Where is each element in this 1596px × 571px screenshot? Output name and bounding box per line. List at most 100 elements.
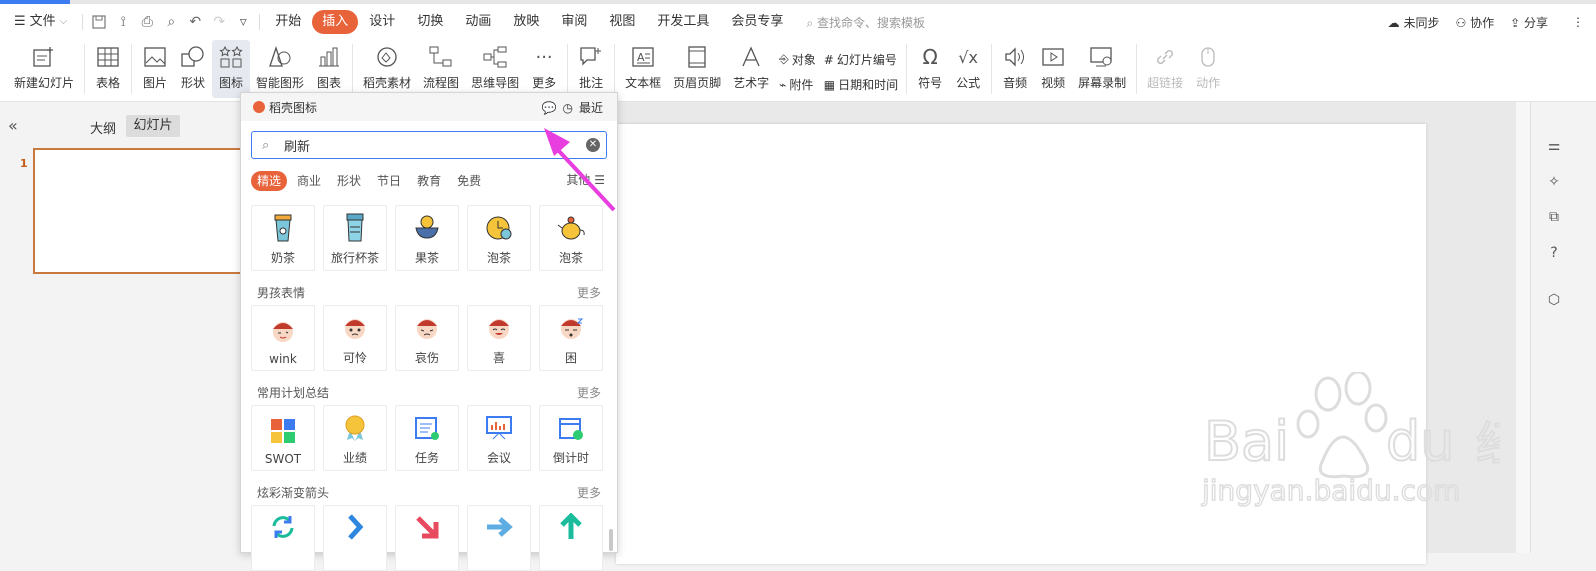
mindmap-button[interactable]: 思维导图 — [465, 40, 525, 98]
slide-number-datetime-group: # 幻灯片编号 ▦ 日期和时间 — [820, 40, 902, 98]
icon-card[interactable]: 哀伤 — [395, 305, 459, 371]
category-festival[interactable]: 节日 — [371, 171, 407, 191]
collapse-panel-icon[interactable]: « — [8, 116, 18, 135]
icon-card[interactable]: 会议 — [467, 405, 531, 471]
panel-scrollbar[interactable] — [609, 529, 613, 551]
icon-card[interactable] — [323, 505, 387, 571]
help-icon[interactable]: ? — [1545, 245, 1563, 263]
icon-name: 困 — [564, 351, 577, 365]
section-more-link[interactable]: 更多 — [577, 484, 601, 501]
audio-button[interactable]: 音频 — [996, 40, 1034, 98]
more-options-icon[interactable]: ⋮ — [1572, 15, 1584, 29]
slide-number-button[interactable]: # 幻灯片编号 — [824, 51, 898, 68]
icon-card[interactable]: 果茶 — [395, 205, 459, 271]
category-free[interactable]: 免费 — [451, 171, 487, 191]
icon-card[interactable]: 旅行杯茶 — [323, 205, 387, 271]
category-education[interactable]: 教育 — [411, 171, 447, 191]
tab-transition[interactable]: 切换 — [406, 10, 454, 34]
collab-button[interactable]: ⚇ 协作 — [1455, 14, 1494, 31]
comment-button[interactable]: 批注 — [572, 40, 610, 98]
new-slide-button[interactable]: 新建幻灯片 — [8, 40, 80, 98]
feedback-icon[interactable]: 💬 — [542, 101, 557, 115]
vertical-scrollbar[interactable] — [1516, 102, 1530, 553]
icon-card[interactable]: 泡茶 — [467, 205, 531, 271]
icon-card[interactable]: SWOT — [251, 405, 315, 471]
file-menu[interactable]: ☰ 文件 ⌵ — [0, 10, 78, 34]
screen-record-button[interactable]: 屏幕录制 — [1072, 40, 1132, 98]
icon-card[interactable] — [395, 505, 459, 571]
attachment-button[interactable]: ⌁ 附件 — [779, 76, 816, 93]
formula-button[interactable]: √x 公式 — [949, 40, 987, 98]
icon-card[interactable]: 可怜 — [323, 305, 387, 371]
icon-card[interactable]: wink — [251, 305, 315, 371]
slide-number-label: 幻灯片编号 — [836, 53, 897, 67]
textbox-button[interactable]: A 文本框 — [619, 40, 667, 98]
adjust-icon[interactable]: ⚌ — [1545, 138, 1563, 156]
section-more-link[interactable]: 更多 — [577, 284, 601, 301]
divider — [991, 44, 993, 94]
tab-insert[interactable]: 插入 — [312, 10, 359, 34]
copy-icon[interactable]: ⧉ — [1545, 209, 1563, 227]
picture-button[interactable]: 图片 — [136, 40, 174, 98]
icon-button[interactable]: 图标 — [212, 40, 251, 98]
icon-card[interactable]: 倒计时 — [539, 405, 603, 471]
section-more-link[interactable]: 更多 — [577, 384, 601, 401]
recent-button[interactable]: 最近 — [579, 99, 603, 116]
datetime-button[interactable]: ▦ 日期和时间 — [824, 76, 898, 93]
sync-button[interactable]: ☁ 未同步 — [1388, 14, 1440, 31]
icon-name: 泡茶 — [558, 251, 583, 265]
undo-icon[interactable]: ↶ — [183, 10, 207, 34]
tab-outline[interactable]: 大纲 — [90, 118, 116, 137]
boy-sleepy-icon — [556, 313, 586, 343]
icon-card[interactable]: 困 — [539, 305, 603, 371]
icon-card[interactable]: 业绩 — [323, 405, 387, 471]
object-button[interactable]: ⎆ 对象 — [779, 51, 816, 68]
hyperlink-button[interactable]: 超链接 — [1141, 40, 1189, 98]
icon-card[interactable] — [467, 505, 531, 571]
flowchart-button[interactable]: 流程图 — [417, 40, 465, 98]
icon-name: 可怜 — [342, 351, 367, 365]
icon-card[interactable] — [251, 505, 315, 571]
svg-text:A: A — [637, 51, 645, 64]
tab-view[interactable]: 视图 — [598, 10, 646, 34]
command-search[interactable]: ⌕ 查找命令、搜索模板 — [806, 14, 925, 31]
customize-icon[interactable]: ▿ — [231, 10, 255, 34]
icon-card[interactable] — [539, 505, 603, 571]
omega-icon: Ω — [922, 45, 938, 69]
table-button[interactable]: 表格 — [89, 40, 127, 98]
box-icon[interactable]: ⬡ — [1545, 292, 1563, 310]
category-featured[interactable]: 精选 — [251, 171, 288, 191]
more-label: 更多 — [532, 76, 557, 90]
category-business[interactable]: 商业 — [291, 171, 327, 191]
tab-slideshow[interactable]: 放映 — [502, 10, 550, 34]
icon-card[interactable]: 任务 — [395, 405, 459, 471]
wordart-button[interactable]: 艺术字 — [727, 40, 775, 98]
video-button[interactable]: 视频 — [1034, 40, 1072, 98]
symbol-button[interactable]: Ω 符号 — [911, 40, 949, 98]
category-shape[interactable]: 形状 — [331, 171, 367, 191]
redo-icon[interactable]: ↷ — [207, 10, 231, 34]
tab-review[interactable]: 审阅 — [550, 10, 598, 34]
print-icon[interactable]: ⎙ — [135, 10, 159, 34]
format-painter-icon[interactable]: ⟟ — [111, 10, 135, 34]
shape-button[interactable]: 形状 — [174, 40, 212, 98]
material-button[interactable]: 稻壳素材 — [357, 40, 417, 98]
save-icon[interactable] — [87, 10, 111, 34]
tab-member[interactable]: 会员专享 — [720, 10, 794, 34]
more-button[interactable]: ··· 更多 — [525, 40, 563, 98]
smart-shape-button[interactable]: 智能图形 — [250, 40, 310, 98]
tab-slides[interactable]: 幻灯片 — [126, 115, 180, 137]
slide-thumbnail[interactable] — [33, 148, 243, 274]
tab-animation[interactable]: 动画 — [454, 10, 502, 34]
print-preview-icon[interactable]: ⌕ — [159, 10, 183, 34]
tab-design[interactable]: 设计 — [358, 10, 406, 34]
header-footer-button[interactable]: 页眉页脚 — [667, 40, 727, 98]
share-button[interactable]: ⇪ 分享 — [1510, 14, 1548, 31]
action-button[interactable]: 动作 — [1189, 40, 1227, 98]
icon-card[interactable]: 奶茶 — [251, 205, 315, 271]
tab-developer[interactable]: 开发工具 — [646, 10, 720, 34]
pin-icon[interactable]: ✧ — [1545, 174, 1563, 192]
chart-button[interactable]: 图表 — [310, 40, 348, 98]
icon-card[interactable]: 喜 — [467, 305, 531, 371]
tab-home[interactable]: 开始 — [264, 10, 312, 34]
